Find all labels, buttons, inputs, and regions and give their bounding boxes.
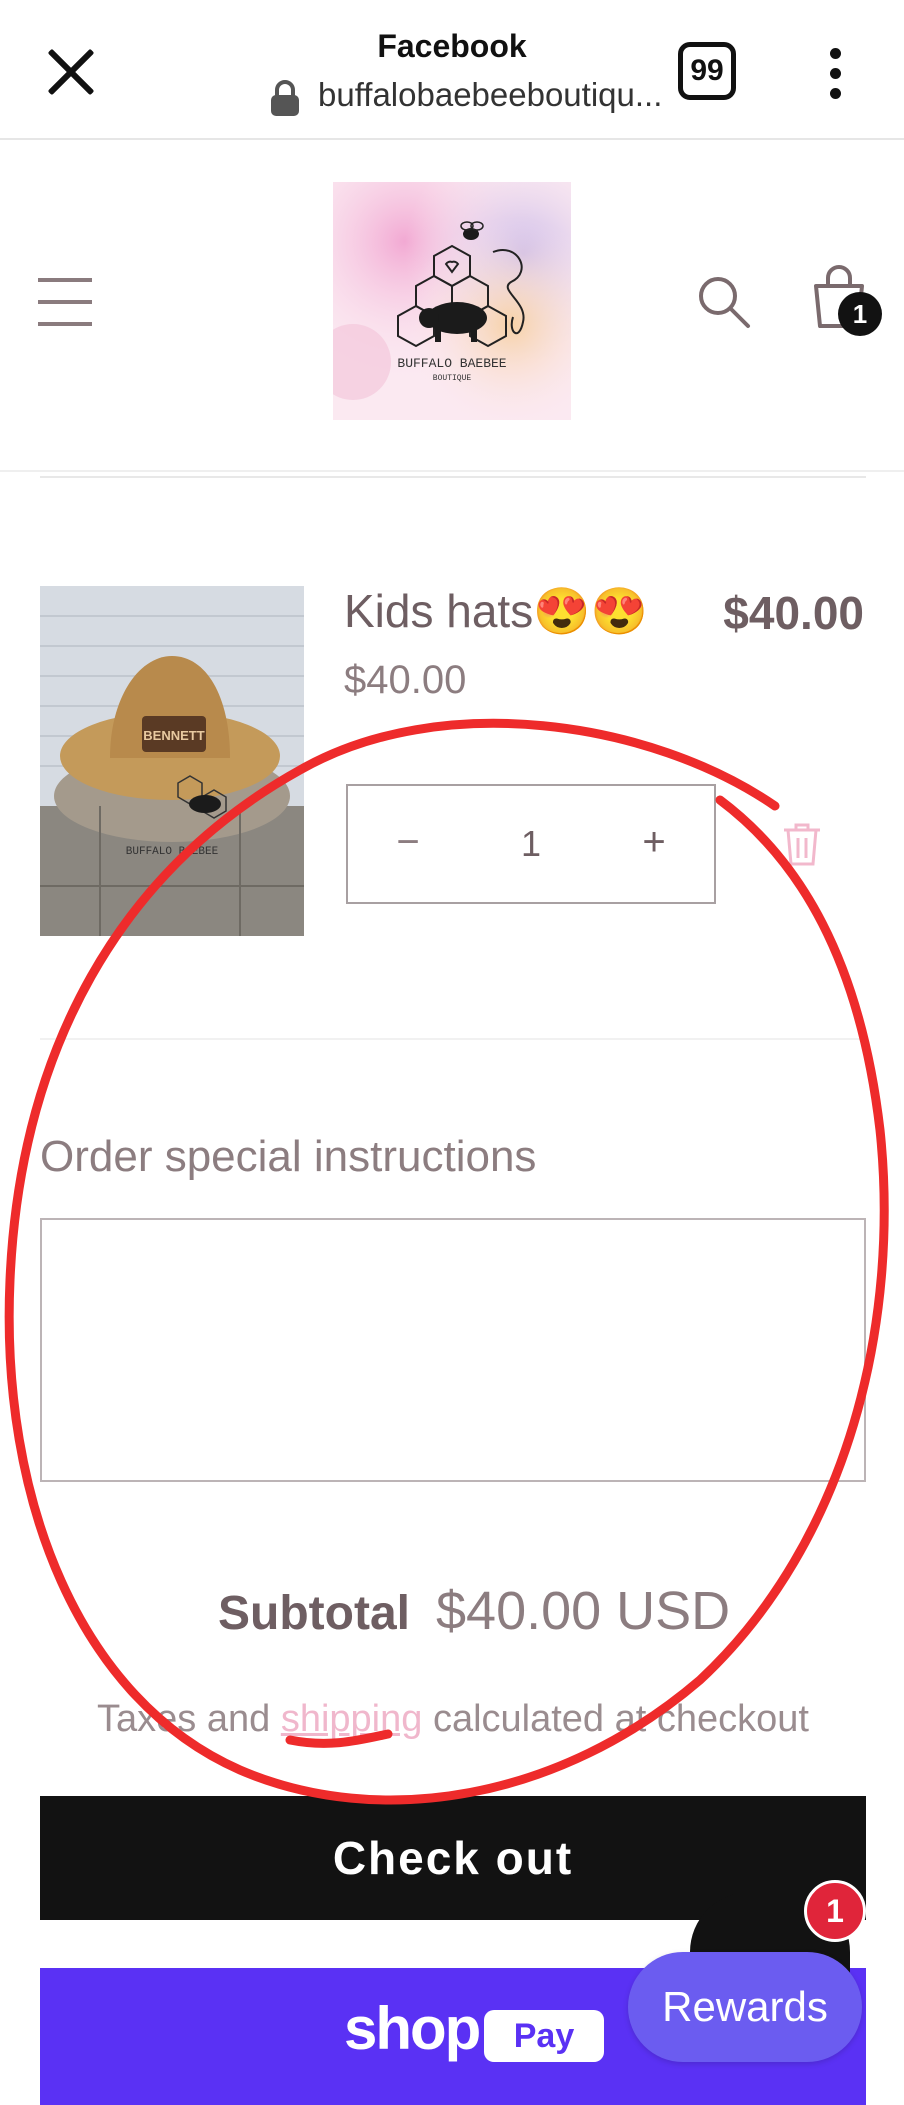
page-url: buffalobaebeeboutiqu... — [318, 76, 663, 113]
logo-graphic: BUFFALO BAEBEE BOUTIQUE — [333, 182, 571, 420]
shipping-policy-link[interactable]: shipping — [281, 1698, 423, 1740]
close-icon[interactable] — [38, 40, 102, 104]
quantity-stepper: − 1 + — [346, 784, 716, 904]
barrel-logo-text: BUFFALO BAEBEE — [126, 846, 219, 858]
line-total-price: $40.00 — [723, 587, 864, 639]
order-notes-textarea[interactable] — [40, 1218, 866, 1482]
url-bar[interactable]: buffalobaebeeboutiqu... — [268, 74, 662, 116]
quantity-increase-button[interactable]: + — [594, 786, 714, 902]
quantity-decrease-button[interactable]: − — [348, 786, 468, 902]
store-logo[interactable]: BUFFALO BAEBEE BOUTIQUE — [333, 182, 571, 420]
subtotal-value: $40.00 USD — [436, 1581, 731, 1641]
subtotal-label: Subtotal — [218, 1587, 410, 1640]
product-title[interactable]: Kids hats😍😍 — [344, 584, 648, 639]
cart-count-badge: 1 — [838, 292, 882, 336]
rewards-button[interactable]: Rewards — [628, 1952, 862, 2062]
trash-icon[interactable] — [780, 820, 824, 870]
tab-count-button[interactable]: 99 — [678, 42, 736, 100]
more-options-icon[interactable] — [820, 44, 850, 104]
quantity-input[interactable]: 1 — [468, 786, 594, 902]
logo-text-line2: BOUTIQUE — [433, 374, 472, 383]
hamburger-menu-icon[interactable] — [38, 278, 92, 326]
shop-pay-logo-pay: Pay — [484, 2010, 604, 2062]
tax-note-prefix: Taxes and — [97, 1698, 281, 1740]
shop-pay-logo-shop: shop — [344, 1995, 481, 2062]
search-icon[interactable] — [696, 274, 752, 330]
lock-icon — [271, 80, 299, 116]
section-divider — [40, 1038, 866, 1040]
chat-notification-badge: 1 — [804, 1880, 866, 1942]
tax-shipping-note: Taxes and shipping calculated at checkou… — [40, 1698, 866, 1741]
product-photo: BENNETT BUFFALO BAEBEE — [40, 586, 304, 936]
product-image[interactable]: BENNETT BUFFALO BAEBEE — [40, 586, 304, 936]
section-divider — [40, 476, 866, 478]
browser-top-bar: Facebook buffalobaebeeboutiqu... 99 — [0, 0, 904, 140]
tax-note-suffix: calculated at checkout — [422, 1698, 809, 1740]
browser-title: Facebook — [377, 28, 527, 64]
order-notes-label: Order special instructions — [40, 1132, 537, 1181]
logo-text-line1: BUFFALO BAEBEE — [397, 356, 506, 371]
store-header: BUFFALO BAEBEE BOUTIQUE 1 — [0, 140, 904, 472]
product-unit-price: $40.00 — [344, 658, 467, 702]
hat-patch-text: BENNETT — [143, 728, 204, 743]
